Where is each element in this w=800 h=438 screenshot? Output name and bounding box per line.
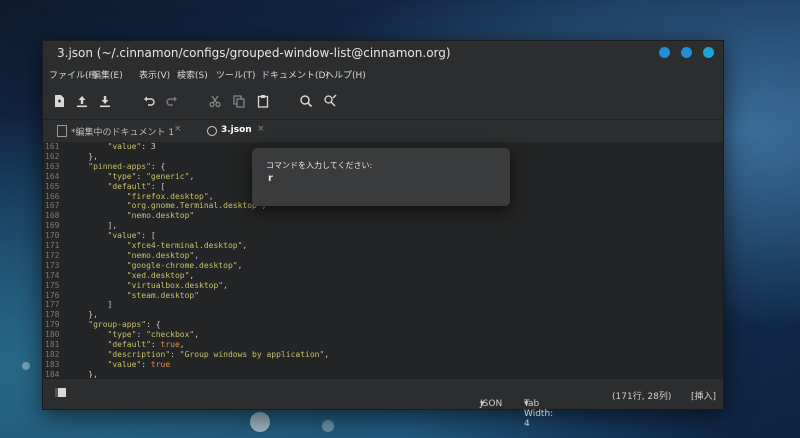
tab-bar: *編集中のドキュメント 1 × 3.json × — [43, 120, 723, 144]
new-document-icon[interactable] — [51, 93, 67, 109]
menu-file[interactable]: ファイル(F) — [49, 68, 97, 81]
wallpaper-orb — [22, 362, 30, 370]
window-title: 3.json (~/.cinnamon/configs/grouped-wind… — [57, 46, 451, 60]
line-number: 161 — [45, 142, 60, 151]
insert-mode: [挿入] — [691, 392, 717, 402]
minimize-button[interactable] — [659, 47, 670, 58]
statusbar: JSON ▾ Tab Width: 4 ▾ (171行, 28列) [挿入] — [43, 378, 723, 429]
line-number: 170 — [45, 231, 60, 241]
cut-icon[interactable] — [207, 93, 223, 109]
line-text: "value": [ — [107, 231, 156, 241]
line-text: "nemo.desktop", — [126, 250, 200, 260]
sidebar-toggle-icon[interactable] — [55, 388, 66, 397]
menu-view[interactable]: 表示(V) — [139, 68, 170, 81]
close-button[interactable] — [703, 47, 714, 58]
line-number: 179 — [45, 320, 60, 330]
menubar: ファイル(F) 編集(E) 表示(V) 検索(S) ツール(T) ドキュメント(… — [43, 65, 723, 83]
line-number: 178 — [45, 310, 60, 320]
line-number: 167 — [45, 201, 60, 211]
line-text: "value": true — [107, 359, 171, 369]
redo-icon[interactable] — [164, 93, 180, 109]
document-icon — [57, 125, 67, 137]
command-prompt-label: コマンドを入力してください: — [266, 161, 373, 170]
maximize-button[interactable] — [681, 47, 692, 58]
line-number: 181 — [45, 340, 60, 349]
line-number: 164 — [45, 171, 60, 181]
line-number: 176 — [45, 290, 60, 300]
line-number: 173 — [45, 260, 60, 270]
titlebar[interactable]: 3.json (~/.cinnamon/configs/grouped-wind… — [43, 41, 723, 65]
line-text: ], — [69, 221, 118, 231]
dropdown-arrow-icon: ▾ — [524, 399, 529, 409]
copy-icon[interactable] — [231, 93, 247, 109]
tab-close-button[interactable]: × — [257, 124, 265, 134]
line-text: "type": "generic", — [107, 171, 195, 181]
line-text: "xfce4-terminal.desktop", — [126, 241, 248, 250]
toolbar — [43, 83, 723, 120]
menu-documents[interactable]: ドキュメント(D) — [261, 68, 329, 81]
tab-label: 3.json — [221, 125, 252, 135]
line-number: 174 — [45, 270, 60, 280]
line-number: 172 — [45, 250, 60, 260]
search-icon[interactable] — [298, 93, 314, 109]
line-number: 169 — [45, 221, 60, 231]
menu-help[interactable]: ヘルプ(H) — [325, 68, 366, 81]
line-text: }, — [69, 151, 98, 161]
line-number: 180 — [45, 330, 60, 340]
tab-close-button[interactable]: × — [174, 124, 182, 134]
wallpaper-orb — [322, 420, 334, 432]
line-number: 183 — [45, 359, 60, 369]
menu-tools[interactable]: ツール(T) — [216, 68, 256, 81]
line-text: "nemo.desktop" — [126, 211, 195, 221]
line-number: 175 — [45, 280, 60, 290]
line-text: "description": "Group windows by applica… — [107, 349, 330, 359]
undo-icon[interactable] — [141, 93, 157, 109]
line-text: "xed.desktop", — [126, 270, 195, 280]
save-upload-icon[interactable] — [74, 93, 90, 109]
cursor-position: (171行, 28列) — [612, 392, 672, 402]
line-text: "steam.desktop" — [126, 290, 200, 300]
save-download-icon[interactable] — [97, 93, 113, 109]
line-text: "pinned-apps": { — [88, 161, 166, 171]
line-text: "firefox.desktop", — [126, 191, 214, 201]
wallpaper-orb — [250, 412, 270, 432]
line-text: "value": 3 — [107, 142, 156, 151]
tab-unsaved-document[interactable]: *編集中のドキュメント 1 × — [57, 120, 187, 142]
line-text: "org.gnome.Terminal.desktop", — [126, 201, 267, 211]
menu-search[interactable]: 検索(S) — [177, 68, 208, 81]
line-number: 165 — [45, 181, 60, 191]
line-number: 171 — [45, 241, 60, 250]
tab-3-json[interactable]: 3.json × — [201, 120, 273, 144]
tab-label: *編集中のドキュメント 1 — [71, 128, 175, 138]
line-text: ] — [69, 300, 113, 310]
line-text: "group-apps": { — [88, 320, 161, 330]
line-text: "virtualbox.desktop", — [126, 280, 228, 290]
line-text: "google-chrome.desktop", — [126, 260, 243, 270]
line-number: 162 — [45, 151, 60, 161]
editor-window: 3.json (~/.cinnamon/configs/grouped-wind… — [42, 40, 724, 429]
menu-edit[interactable]: 編集(E) — [92, 68, 123, 81]
line-number: 163 — [45, 161, 60, 171]
json-file-icon — [207, 126, 217, 136]
command-input[interactable]: r — [268, 173, 273, 184]
line-number: 177 — [45, 300, 60, 310]
paste-icon[interactable] — [255, 93, 271, 109]
command-dialog: コマンドを入力してください: r — [252, 148, 510, 206]
replace-icon[interactable] — [322, 93, 338, 109]
line-number: 182 — [45, 349, 60, 359]
line-text: "default": true, — [107, 340, 185, 349]
dropdown-arrow-icon: ▾ — [480, 399, 485, 409]
line-number: 166 — [45, 191, 60, 201]
line-text: }, — [69, 310, 98, 320]
line-number: 168 — [45, 211, 60, 221]
line-text: "default": [ — [107, 181, 166, 191]
line-text: "type": "checkbox", — [107, 330, 200, 340]
